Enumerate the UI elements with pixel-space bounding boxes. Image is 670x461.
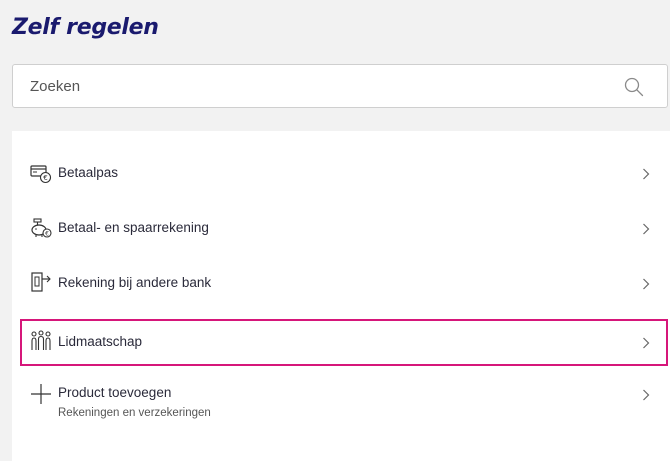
menu-item-label: Rekening bij andere bank bbox=[58, 275, 212, 290]
chevron-right-icon bbox=[643, 278, 650, 290]
menu-panel: € Betaalpas € Betaal- en spaarrekening R… bbox=[12, 131, 670, 461]
chevron-right-icon bbox=[643, 337, 650, 349]
svg-text:€: € bbox=[45, 230, 49, 237]
menu-item-betaalpas[interactable]: € Betaalpas bbox=[12, 148, 668, 198]
menu-item-rekening-andere-bank[interactable]: Rekening bij andere bank bbox=[12, 258, 668, 308]
menu-item-label: Product toevoegen bbox=[58, 385, 172, 400]
search-icon[interactable] bbox=[624, 77, 644, 97]
search-box[interactable] bbox=[12, 64, 668, 108]
menu-item-label: Betaalpas bbox=[58, 165, 119, 180]
menu-item-betaal-spaarrekening[interactable]: € Betaal- en spaarrekening bbox=[12, 203, 668, 253]
menu-item-label: Lidmaatschap bbox=[58, 334, 143, 349]
svg-text:€: € bbox=[43, 174, 47, 182]
page-title: Zelf regelen bbox=[12, 15, 159, 40]
search-input[interactable] bbox=[13, 65, 613, 107]
menu-item-lidmaatschap[interactable]: Lidmaatschap bbox=[12, 319, 668, 366]
chevron-right-icon bbox=[643, 223, 650, 235]
piggy-bank-icon: € bbox=[31, 218, 52, 238]
plus-icon bbox=[31, 384, 51, 404]
members-group-icon bbox=[31, 330, 51, 350]
menu-item-sublabel: Rekeningen en verzekeringen bbox=[58, 407, 211, 419]
menu-item-label: Betaal- en spaarrekening bbox=[58, 220, 209, 235]
debit-card-icon: € bbox=[30, 165, 52, 184]
chevron-right-icon bbox=[643, 168, 650, 180]
door-exit-icon bbox=[31, 272, 51, 292]
chevron-right-icon bbox=[643, 389, 650, 401]
menu-item-product-toevoegen[interactable]: Product toevoegen Rekeningen en verzeker… bbox=[12, 373, 668, 433]
